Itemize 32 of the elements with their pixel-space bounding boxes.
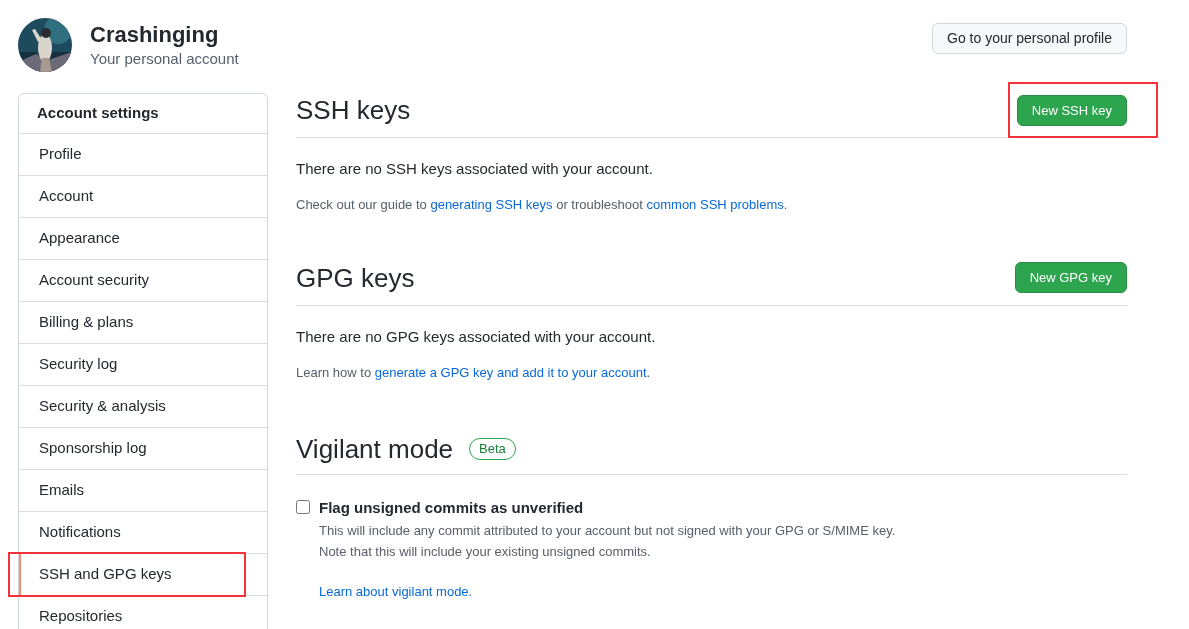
description-text: Note that this will include your existing unsigned commits. <box>319 542 651 561</box>
empty-message: There are no GPG keys associated with your account. <box>296 326 656 347</box>
checkbox-label: Flag unsigned commits as unverified <box>319 498 585 518</box>
sidebar-item[interactable]: Appearance <box>19 218 267 259</box>
link[interactable]: generate a GPG key and add it to your account <box>374 364 647 380</box>
sidebar-item[interactable]: Notifications <box>19 512 267 553</box>
checkbox[interactable] <box>296 500 310 514</box>
profile-button[interactable]: Go to your personal profile <box>932 22 1127 54</box>
account-subtitle: Your personal account <box>90 49 239 69</box>
sidebar-item[interactable]: Emails <box>19 470 267 511</box>
link[interactable]: Learn about vigilant mode <box>319 583 469 599</box>
sidebar-item[interactable]: Account security <box>19 260 267 301</box>
help-text: Learn about vigilant mode. <box>319 582 473 601</box>
sidebar-item[interactable]: Sponsorship log <box>19 428 267 469</box>
sidebar-title: Account settings <box>37 103 159 124</box>
section-title: Vigilant mode <box>296 433 454 466</box>
help-text: Learn how to generate a GPG key and add it to your account. <box>296 363 651 382</box>
empty-message: There are no SSH keys associated with your account. <box>296 159 653 179</box>
link[interactable]: common SSH problems <box>646 197 784 212</box>
help-text: Check out our guide to generating SSH keys or troubleshoot common SSH problems. <box>296 196 788 214</box>
link[interactable]: generating SSH keys <box>430 197 553 212</box>
sidebar-item[interactable]: Account <box>19 176 267 217</box>
sidebar-item[interactable]: SSH and GPG keys <box>19 554 267 595</box>
section-title: GPG keys <box>296 261 415 295</box>
sidebar-item[interactable]: Repositories <box>19 596 267 629</box>
description-text: This will include any commit attributed to your account but not signed with your GPG or S/MIME key. <box>319 521 896 540</box>
sidebar-item[interactable]: Billing & plans <box>19 302 267 343</box>
sidebar-item[interactable]: Security & analysis <box>19 386 267 427</box>
account-name: Crashinging <box>90 21 220 49</box>
section-title: SSH keys <box>296 94 411 127</box>
sidebar-item[interactable]: Profile <box>19 134 267 175</box>
sidebar-item[interactable]: Security log <box>19 344 267 385</box>
